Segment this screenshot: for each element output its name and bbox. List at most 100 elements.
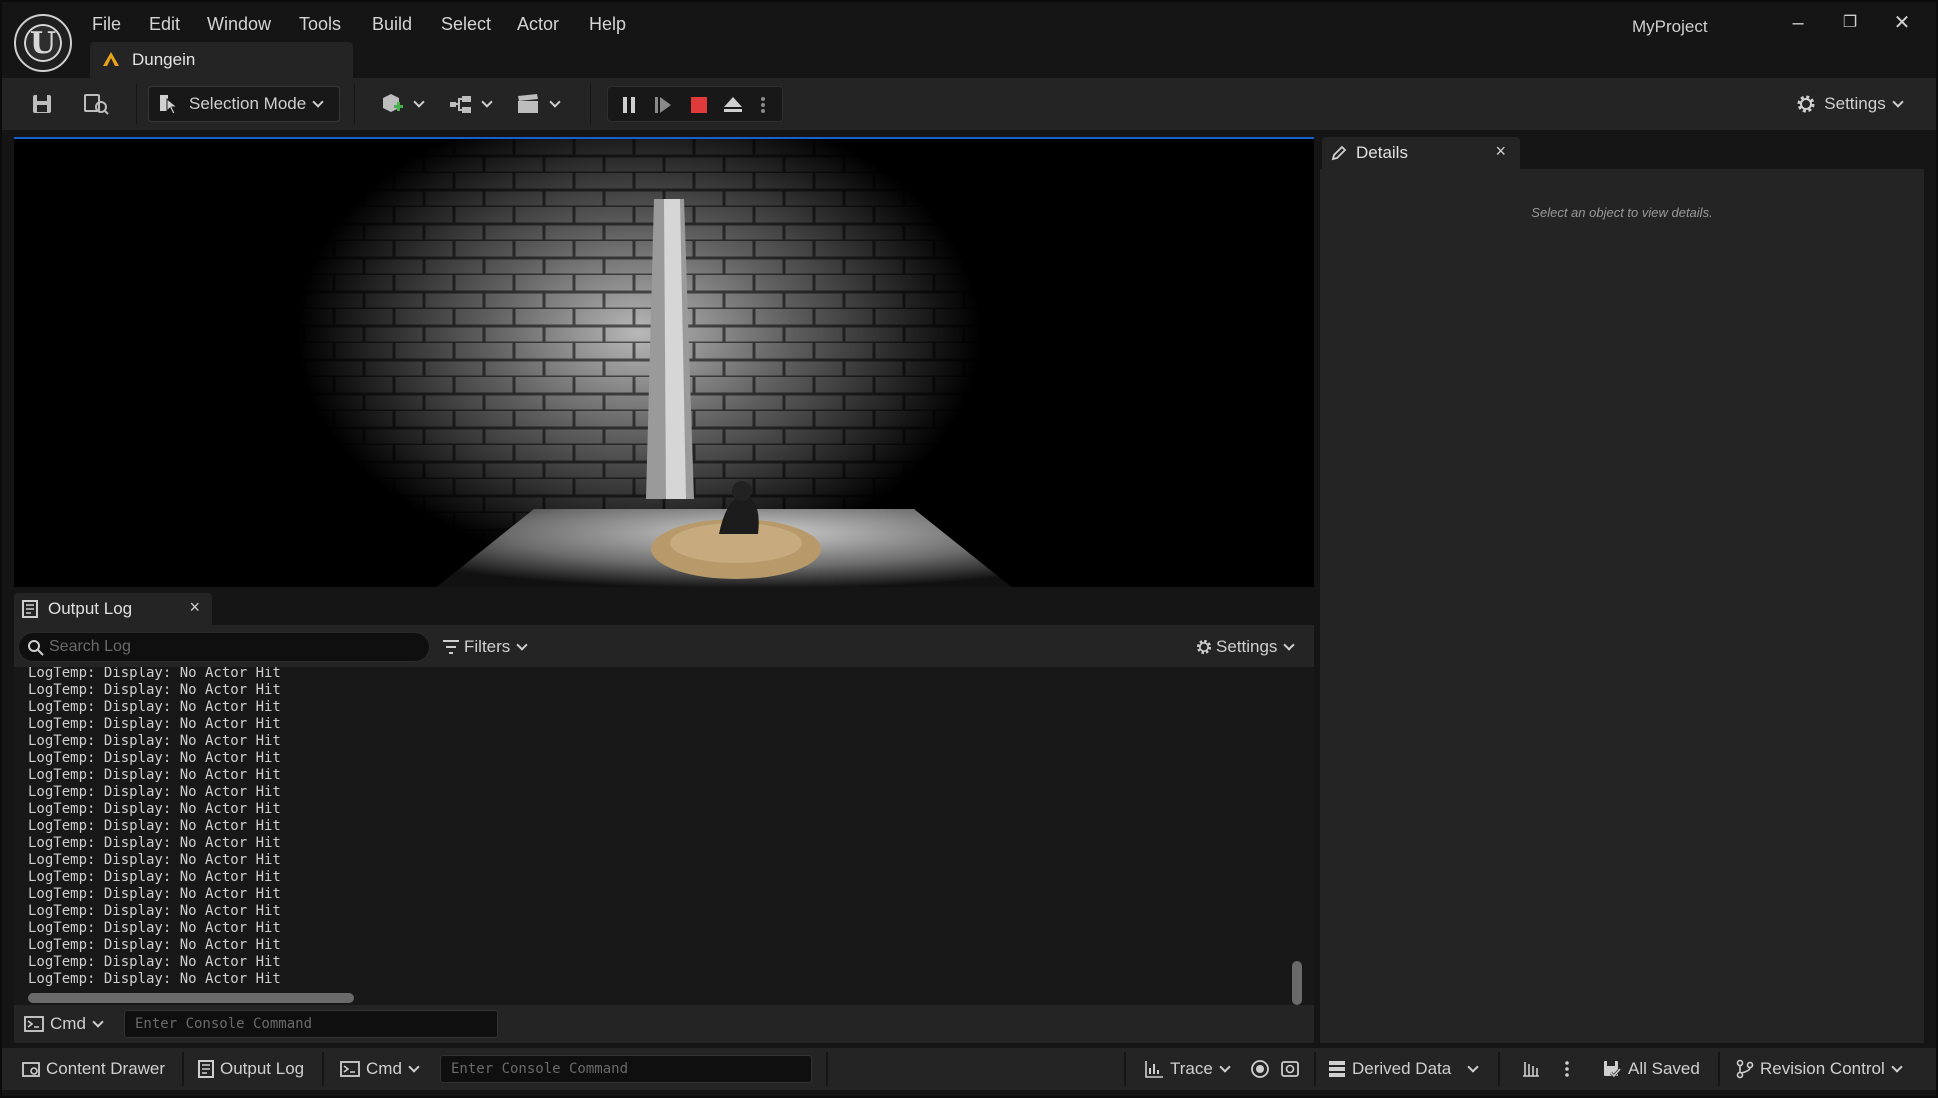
gear-icon [1797,95,1815,113]
revision-control-dropdown[interactable]: Revision Control [1736,1054,1903,1084]
level-document-tab[interactable]: Dungein [90,42,353,78]
log-line: LogTemp: Display: No Actor Hit [28,784,281,800]
details-panel: Details × Select an object to view detai… [1320,137,1924,1043]
add-actor-icon [383,94,403,112]
save-check-icon [1604,1061,1622,1079]
search-log-box [18,632,430,662]
details-tabbar: Details × [1320,137,1924,169]
restore-icon[interactable]: ❐ [1830,8,1870,38]
stop-icon[interactable] [684,87,714,123]
menu-build[interactable]: Build [372,14,412,35]
unreal-logo-icon[interactable]: U [14,14,72,72]
eject-icon[interactable] [718,87,748,123]
search-log-input[interactable] [49,635,419,659]
status-bar: Content Drawer Output Log Cmd Trace Deri… [0,1048,1938,1090]
derived-data-dropdown[interactable]: Derived Data [1328,1054,1479,1084]
database-icon [1329,1061,1345,1077]
blueprint-icon [450,96,471,113]
trace-icon [1145,1061,1163,1078]
settings-dropdown[interactable]: Settings [1788,86,1908,122]
menu-actor[interactable]: Actor [517,14,559,35]
status-more-icon[interactable] [1564,1054,1576,1084]
trace-snapshot-icon[interactable] [1280,1054,1306,1084]
log-settings-label: Settings [1216,637,1278,656]
selection-mode-label: Selection Mode [189,94,307,113]
level-tab-label: Dungein [132,50,196,69]
tab-output-log[interactable]: Output Log × [14,593,212,625]
menu-window[interactable]: Window [207,14,271,35]
cmd-dropdown[interactable]: Cmd [340,1054,420,1084]
cursor-icon [160,95,179,115]
add-actor-dropdown[interactable] [376,86,426,122]
output-log-button[interactable]: Output Log [198,1054,304,1084]
content-drawer-button[interactable]: Content Drawer [22,1054,165,1084]
log-icon [22,600,38,618]
log-line: LogTemp: Display: No Actor Hit [28,903,281,919]
cinematics-dropdown[interactable] [512,86,562,122]
all-saved-button[interactable]: All Saved [1602,1054,1700,1084]
content-drawer-label: Content Drawer [46,1059,166,1078]
log-console-command-input[interactable] [124,1010,498,1038]
log-line: LogTemp: Display: No Actor Hit [28,971,281,987]
all-saved-label: All Saved [1628,1059,1700,1078]
level-viewport[interactable] [14,137,1314,587]
log-line: LogTemp: Display: No Actor Hit [28,852,281,868]
minimize-icon[interactable]: – [1778,8,1818,38]
derived-data-label: Derived Data [1352,1059,1452,1078]
clapperboard-icon [518,94,538,113]
menu-select[interactable]: Select [441,14,491,35]
log-vertical-scrollbar[interactable] [1292,961,1302,1005]
close-output-log-icon[interactable]: × [189,597,200,618]
gear-icon [1196,639,1212,655]
log-line: LogTemp: Display: No Actor Hit [28,767,281,783]
output-log-label: Output Log [220,1059,305,1078]
terminal-icon [24,1016,44,1032]
more-options-icon[interactable] [750,87,776,123]
log-cmd-dropdown[interactable]: Cmd [24,1011,104,1037]
content-drawer-icon [22,1062,40,1077]
menu-file[interactable]: File [92,14,121,35]
log-line: LogTemp: Display: No Actor Hit [28,733,281,749]
log-command-bar: Cmd [14,1005,1314,1043]
menu-help[interactable]: Help [589,14,626,35]
log-line: LogTemp: Display: No Actor Hit [28,667,281,681]
project-name: MyProject [1632,17,1708,36]
settings-label: Settings [1824,94,1886,113]
play-controls [607,86,783,122]
terminal-icon [340,1061,360,1077]
revision-control-label: Revision Control [1760,1059,1885,1078]
console-command-input[interactable] [440,1055,812,1083]
log-line: LogTemp: Display: No Actor Hit [28,920,281,936]
details-empty-hint: Select an object to view details. [1531,205,1713,220]
tab-details[interactable]: Details × [1322,137,1520,169]
close-window-icon[interactable]: ✕ [1882,8,1922,38]
log-line: LogTemp: Display: No Actor Hit [28,937,281,953]
record-trace-icon[interactable] [1250,1054,1276,1084]
close-details-icon[interactable]: × [1495,141,1506,162]
output-log-tab-label: Output Log [48,599,133,618]
filters-label: Filters [464,637,511,656]
grid-status-icon[interactable] [1522,1054,1546,1084]
pause-icon[interactable] [614,87,644,123]
menu-edit[interactable]: Edit [149,14,180,35]
log-settings-dropdown[interactable]: Settings [1194,632,1296,662]
menu-tools[interactable]: Tools [299,14,341,35]
blueprint-dropdown[interactable] [444,86,494,122]
selection-mode-dropdown[interactable]: Selection Mode [148,86,340,122]
browse-icon[interactable] [76,86,116,122]
log-horizontal-scrollbar[interactable] [28,993,354,1003]
step-frame-icon[interactable] [648,87,678,123]
log-cmd-label: Cmd [50,1014,86,1033]
log-line: LogTemp: Display: No Actor Hit [28,835,281,851]
filters-dropdown[interactable]: Filters [442,632,528,662]
log-text-area[interactable]: LogTemp: Display: No Actor Hit LogTemp: D… [14,667,1314,1005]
title-bar: U File Edit Window Tools Build Select Ac… [0,0,1938,78]
log-icon [198,1060,214,1078]
branch-icon [1736,1059,1754,1079]
level-icon [103,52,119,66]
output-log-panel: Output Log × Filters Settings LogTemp: D… [14,593,1314,1043]
trace-dropdown[interactable]: Trace [1144,1054,1231,1084]
save-icon[interactable] [22,86,62,122]
log-line: LogTemp: Display: No Actor Hit [28,869,281,885]
log-line: LogTemp: Display: No Actor Hit [28,954,281,970]
